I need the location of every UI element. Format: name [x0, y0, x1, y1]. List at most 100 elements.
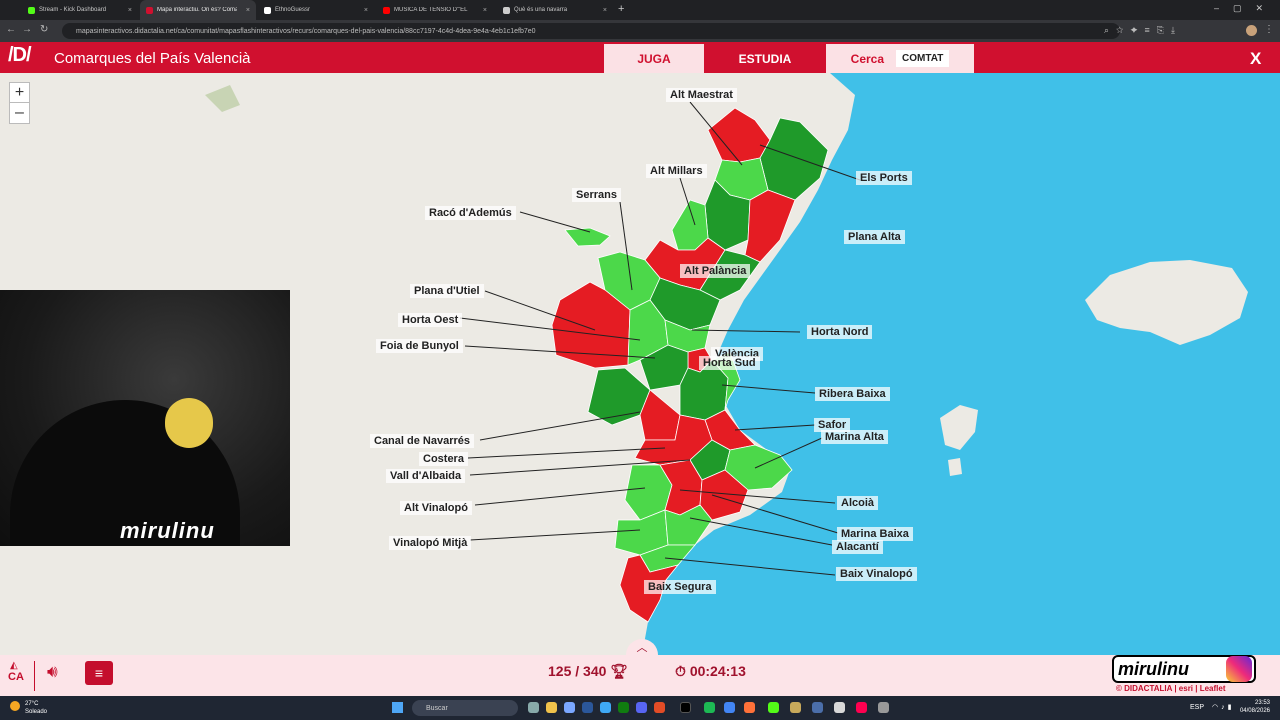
- zoom-in-button[interactable]: +: [9, 82, 30, 103]
- didactalia-icon: [146, 6, 153, 14]
- label-ribera-baixa[interactable]: Ribera Baixa: [815, 387, 890, 401]
- formentera-island: [948, 458, 962, 476]
- close-icon[interactable]: ×: [246, 7, 250, 14]
- instagram-icon: [1226, 656, 1252, 682]
- system-tray-icons[interactable]: ◠♪▮: [1212, 703, 1234, 711]
- chrome-icon[interactable]: [724, 702, 735, 713]
- weather-temp: 27°C: [25, 701, 39, 707]
- label-alt-palancia[interactable]: Alt Palància: [680, 264, 751, 278]
- app-icon-3[interactable]: [812, 702, 823, 713]
- region-raco-ademus[interactable]: [564, 227, 611, 247]
- label-canal-navarres[interactable]: Canal de Navarrés: [370, 434, 474, 448]
- tab-musica-tensio[interactable]: MÚSICA DE TENSIÓ D'"EL ×: [377, 0, 493, 20]
- tab-label: Stream - Kick Dashboard: [39, 7, 107, 13]
- label-vinalopo-mitja[interactable]: Vinalopó Mitjà: [389, 536, 472, 550]
- plush-toy: [165, 398, 213, 448]
- speaker-icon[interactable]: 🔊︎: [47, 662, 58, 682]
- county-button[interactable]: COMTAT: [896, 50, 950, 67]
- label-horta-sud[interactable]: Horta Sud: [699, 356, 760, 370]
- region-els-ports[interactable]: [759, 117, 829, 201]
- store-icon[interactable]: [564, 702, 575, 713]
- label-alt-maestrat[interactable]: Alt Maestrat: [666, 88, 737, 102]
- kick-taskbar-icon[interactable]: [768, 702, 779, 713]
- play-button[interactable]: JUGA: [604, 44, 704, 73]
- label-raco-ademus[interactable]: Racó d'Ademús: [425, 206, 516, 220]
- label-marina-baixa[interactable]: Marina Baixa: [837, 527, 913, 541]
- browser-toolbar-icons[interactable]: ⌕☆✦≡⎘⤓: [1104, 25, 1182, 36]
- game-timer: ⏱︎ 00:24:13: [675, 663, 746, 680]
- forward-icon[interactable]: →: [22, 24, 32, 35]
- tiktok-icon[interactable]: [680, 702, 691, 713]
- url-text: mapasinteractivos.didactalia.net/ca/comu…: [76, 27, 536, 35]
- study-button[interactable]: ESTUDIA: [706, 44, 824, 73]
- label-alt-millars[interactable]: Alt Millars: [646, 164, 707, 178]
- label-horta-oest[interactable]: Horta Oest: [398, 313, 463, 327]
- divider: [34, 661, 35, 691]
- word-icon[interactable]: [582, 702, 593, 713]
- back-icon[interactable]: ←: [6, 24, 16, 35]
- reload-icon[interactable]: ↻: [40, 24, 48, 35]
- page-icon: [503, 6, 510, 14]
- tab-label: Què és una navarra: [514, 7, 568, 13]
- close-icon[interactable]: ×: [603, 7, 607, 14]
- weather-widget[interactable]: 27°C Soleado: [25, 700, 47, 716]
- label-plana-utiel[interactable]: Plana d'Utiel: [410, 284, 484, 298]
- label-baix-segura[interactable]: Baix Segura: [644, 580, 716, 594]
- label-serrans[interactable]: Serrans: [572, 188, 621, 202]
- file-explorer-icon[interactable]: [546, 702, 557, 713]
- search-panel: Cerca COMTAT: [826, 44, 974, 73]
- close-icon[interactable]: ×: [364, 7, 368, 14]
- close-icon[interactable]: ×: [128, 7, 132, 14]
- spotify-icon[interactable]: [704, 702, 715, 713]
- label-costera[interactable]: Costera: [419, 452, 468, 466]
- score-counter: 125 / 340 🏆︎: [548, 663, 628, 680]
- tab-kick-dashboard[interactable]: Stream - Kick Dashboard ×: [22, 0, 138, 20]
- label-els-ports[interactable]: Els Ports: [856, 171, 912, 185]
- edge-icon[interactable]: [600, 702, 611, 713]
- firefox-icon[interactable]: [744, 702, 755, 713]
- tiktok-studio-icon[interactable]: [856, 702, 867, 713]
- windows-start-icon[interactable]: [392, 702, 403, 713]
- search-label: Buscar: [426, 704, 448, 712]
- label-vall-albaida[interactable]: Vall d'Albaida: [386, 469, 466, 483]
- chat-icon[interactable]: ≡: [85, 661, 113, 685]
- label-marina-alta[interactable]: Marina Alta: [821, 430, 888, 444]
- didactalia-logo: /D/: [8, 44, 32, 66]
- tab-label: Mapa interactiu. On és? Comar: [157, 7, 237, 13]
- tab-mapa-interactiu[interactable]: Mapa interactiu. On és? Comar ×: [140, 0, 256, 20]
- label-plana-alta[interactable]: Plana Alta: [844, 230, 905, 244]
- zoom-out-button[interactable]: –: [9, 103, 30, 124]
- youtube-icon: [383, 6, 390, 14]
- task-view-icon[interactable]: [528, 702, 539, 713]
- clock-time: 23:53: [1254, 700, 1270, 706]
- label-baix-vinalopo[interactable]: Baix Vinalopó: [836, 567, 917, 581]
- label-alacanti[interactable]: Alacantí: [832, 540, 883, 554]
- app-icon-4[interactable]: [878, 702, 889, 713]
- xbox-icon[interactable]: [618, 702, 629, 713]
- profile-avatar[interactable]: [1246, 25, 1257, 36]
- input-language[interactable]: ESP: [1190, 704, 1204, 711]
- tab-navarra[interactable]: Què és una navarra ×: [497, 0, 613, 20]
- url-field[interactable]: mapasinteractivos.didactalia.net/ca/comu…: [62, 23, 1120, 39]
- close-button[interactable]: X: [1250, 49, 1261, 69]
- label-alcoia[interactable]: Alcoià: [837, 496, 879, 510]
- new-tab-button[interactable]: +: [618, 3, 624, 15]
- globe-lang-icon: ◭: [10, 660, 18, 671]
- close-icon[interactable]: ×: [483, 7, 487, 14]
- language-selector[interactable]: CA: [8, 671, 24, 683]
- label-alt-vinalopo[interactable]: Alt Vinalopó: [400, 501, 472, 515]
- app-icon[interactable]: [654, 702, 665, 713]
- clock[interactable]: 23:53 04/08/2026: [1238, 699, 1270, 715]
- timer-value: 00:24:13: [689, 663, 746, 679]
- window-controls[interactable]: ‒▢✕: [1214, 3, 1277, 14]
- more-icon[interactable]: ⋮: [1264, 24, 1274, 35]
- bottom-bar: [0, 655, 1280, 696]
- tab-ethnoguessr[interactable]: EthnoGuessr ×: [258, 0, 374, 20]
- tab-label: EthnoGuessr: [275, 7, 311, 13]
- app-icon-2[interactable]: [790, 702, 801, 713]
- discord-icon[interactable]: [636, 702, 647, 713]
- label-horta-nord[interactable]: Horta Nord: [807, 325, 873, 339]
- label-foia-bunyol[interactable]: Foia de Bunyol: [376, 339, 463, 353]
- obs-icon[interactable]: [834, 702, 845, 713]
- taskbar-search[interactable]: Buscar: [412, 700, 518, 716]
